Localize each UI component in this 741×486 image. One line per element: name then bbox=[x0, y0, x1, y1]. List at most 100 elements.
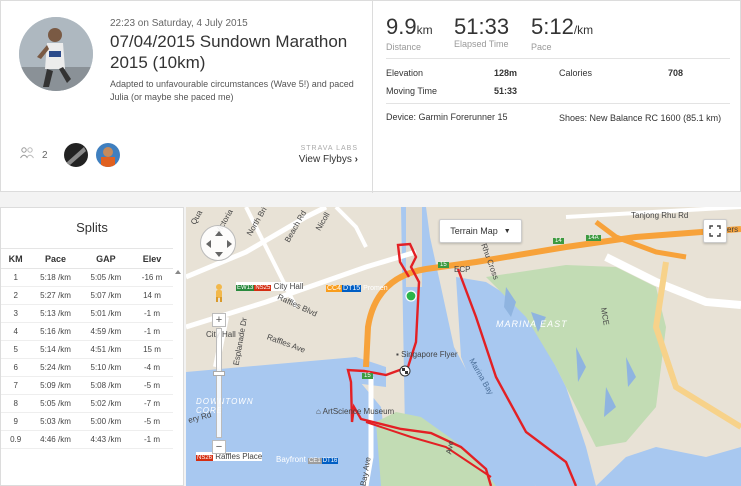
map-canvas bbox=[186, 207, 741, 486]
map-label-ers: ers bbox=[727, 225, 739, 234]
activity-header-panel: 22:23 on Saturday, 4 July 2015 07/04/201… bbox=[0, 0, 741, 193]
stat-distance: 9.9km Distance bbox=[386, 14, 433, 53]
strava-labs-label: STRAVA LABS bbox=[300, 145, 358, 152]
map-route-shield-15: 15 bbox=[362, 373, 373, 379]
map-label-marina-east: MARINA EAST bbox=[496, 319, 568, 329]
zoom-out-button[interactable]: − bbox=[212, 440, 226, 454]
divider bbox=[386, 103, 730, 104]
split-elev: -1 m bbox=[131, 430, 173, 449]
split-gap: 5:07 /km bbox=[80, 286, 132, 305]
splits-scrollbar[interactable] bbox=[174, 268, 182, 486]
elevation-value: 128m bbox=[494, 68, 518, 78]
map-route-shield-14a: 14A bbox=[586, 235, 601, 241]
caret-down-icon: ▼ bbox=[503, 227, 511, 235]
split-row[interactable]: 8 5:05 /km 5:02 /km -7 m bbox=[1, 394, 173, 413]
split-elev: 14 m bbox=[131, 286, 173, 305]
map-water bbox=[596, 447, 741, 486]
map-label-raffles-place: NS26 Raffles Place bbox=[196, 452, 263, 461]
street-view-pegman-icon[interactable] bbox=[213, 283, 225, 303]
split-elev: -1 m bbox=[131, 322, 173, 341]
kudos-section[interactable]: 2 bbox=[20, 143, 120, 167]
elevation-label: Elevation bbox=[386, 68, 424, 78]
split-row[interactable]: 6 5:24 /km 5:10 /km -4 m bbox=[1, 358, 173, 377]
zoom-in-button[interactable]: + bbox=[212, 313, 226, 327]
split-km: 0.9 bbox=[1, 430, 31, 449]
split-row[interactable]: 7 5:09 /km 5:08 /km -5 m bbox=[1, 376, 173, 395]
map-label-tanjong-rhu: Tanjong Rhu Rd bbox=[631, 211, 689, 220]
split-row[interactable]: 1 5:18 /km 5:05 /km -16 m bbox=[1, 268, 173, 287]
split-pace: 5:03 /km bbox=[30, 412, 81, 431]
fullscreen-button[interactable] bbox=[703, 219, 727, 243]
splits-title: Splits bbox=[76, 220, 108, 235]
shoes-info[interactable]: Shoes: New Balance RC 1600 (85.1 km) bbox=[559, 112, 729, 124]
split-km: 1 bbox=[1, 268, 31, 287]
calories-value: 708 bbox=[668, 68, 684, 78]
split-gap: 4:51 /km bbox=[80, 340, 132, 359]
split-row[interactable]: 0.9 4:46 /km 4:43 /km -1 m bbox=[1, 430, 173, 449]
map-type-select[interactable]: Terrain Map ▼ bbox=[439, 219, 522, 243]
split-row[interactable]: 9 5:03 /km 5:00 /km -5 m bbox=[1, 412, 173, 431]
split-pace: 5:16 /km bbox=[30, 322, 81, 341]
activity-summary: 22:23 on Saturday, 4 July 2015 07/04/201… bbox=[1, 1, 373, 193]
split-km: 2 bbox=[1, 286, 31, 305]
route-map[interactable]: EW13 NS25 City Hall City Hall CC4 DT15 Pro… bbox=[186, 207, 741, 486]
split-elev: -7 m bbox=[131, 394, 173, 413]
route-start-marker[interactable] bbox=[405, 290, 417, 302]
split-pace: 5:27 /km bbox=[30, 286, 81, 305]
view-flybys-link[interactable]: View Flybys › bbox=[299, 154, 358, 165]
split-elev: -5 m bbox=[131, 412, 173, 431]
split-km: 9 bbox=[1, 412, 31, 431]
header-pace: Pace bbox=[30, 248, 81, 269]
map-route-shield-15: 15 bbox=[438, 262, 449, 268]
split-gap: 5:05 /km bbox=[80, 268, 132, 287]
split-pace: 5:09 /km bbox=[30, 376, 81, 395]
activity-stats: 9.9km Distance 51:33 Elapsed Time 5:12/k… bbox=[374, 1, 741, 193]
split-row[interactable]: 5 5:14 /km 4:51 /km 15 m bbox=[1, 340, 173, 359]
split-gap: 5:08 /km bbox=[80, 376, 132, 395]
splits-panel: Splits KM Pace GAP Elev 1 5:18 /km 5:05 /k… bbox=[0, 207, 184, 486]
split-elev: -16 m bbox=[131, 268, 173, 287]
device-info: Device: Garmin Forerunner 15 bbox=[386, 112, 508, 122]
zoom-slider[interactable] bbox=[213, 328, 225, 438]
map-label-art-museum: ⌂ ArtScience Museum bbox=[316, 407, 395, 416]
split-row[interactable]: 4 5:16 /km 4:59 /km -1 m bbox=[1, 322, 173, 341]
split-row[interactable]: 3 5:13 /km 5:01 /km -1 m bbox=[1, 304, 173, 323]
map-label-promenade-station: CC4 DT15 Promen bbox=[326, 285, 388, 292]
flyby-link-block[interactable]: STRAVA LABS View Flybys › bbox=[299, 145, 358, 165]
athlete-avatar[interactable] bbox=[19, 17, 93, 91]
map-label-bayfront: Bayfront CE1 DT16 bbox=[276, 455, 339, 464]
stat-pace: 5:12/km Pace bbox=[531, 14, 594, 53]
moving-time-value: 51:33 bbox=[494, 86, 518, 96]
split-km: 6 bbox=[1, 358, 31, 377]
activity-title: 07/04/2015 Sundown Marathon 2015 (10km) bbox=[110, 32, 348, 72]
split-elev: 15 m bbox=[131, 340, 173, 359]
split-gap: 5:02 /km bbox=[80, 394, 132, 413]
expand-icon bbox=[709, 225, 721, 237]
split-pace: 5:24 /km bbox=[30, 358, 81, 377]
split-pace: 4:46 /km bbox=[30, 430, 81, 449]
splits-table: KM Pace GAP Elev 1 5:18 /km 5:05 /km -16 m2… bbox=[1, 248, 173, 449]
moving-time-label: Moving Time bbox=[386, 86, 438, 96]
header-km: KM bbox=[1, 248, 31, 269]
split-gap: 5:00 /km bbox=[80, 412, 132, 431]
zoom-slider-handle[interactable] bbox=[213, 371, 225, 376]
split-km: 5 bbox=[1, 340, 31, 359]
split-gap: 5:01 /km bbox=[80, 304, 132, 323]
kudos-avatar[interactable] bbox=[95, 143, 120, 167]
split-pace: 5:05 /km bbox=[30, 394, 81, 413]
split-km: 3 bbox=[1, 304, 31, 323]
route-finish-marker[interactable] bbox=[399, 365, 411, 377]
kudos-count: 2 bbox=[42, 149, 48, 161]
split-elev: -5 m bbox=[131, 376, 173, 395]
split-km: 4 bbox=[1, 322, 31, 341]
splits-header-row: KM Pace GAP Elev bbox=[1, 248, 173, 269]
map-route-shield-14: 14 bbox=[553, 238, 564, 244]
split-km: 8 bbox=[1, 394, 31, 413]
divider bbox=[386, 58, 730, 59]
header-elev: Elev bbox=[131, 248, 173, 269]
split-row[interactable]: 2 5:27 /km 5:07 /km 14 m bbox=[1, 286, 173, 305]
map-type-label: Terrain Map bbox=[450, 226, 498, 236]
map-pan-control[interactable] bbox=[200, 225, 236, 261]
kudos-avatar[interactable] bbox=[63, 143, 88, 167]
map-label-ecp: ECP bbox=[454, 265, 471, 274]
